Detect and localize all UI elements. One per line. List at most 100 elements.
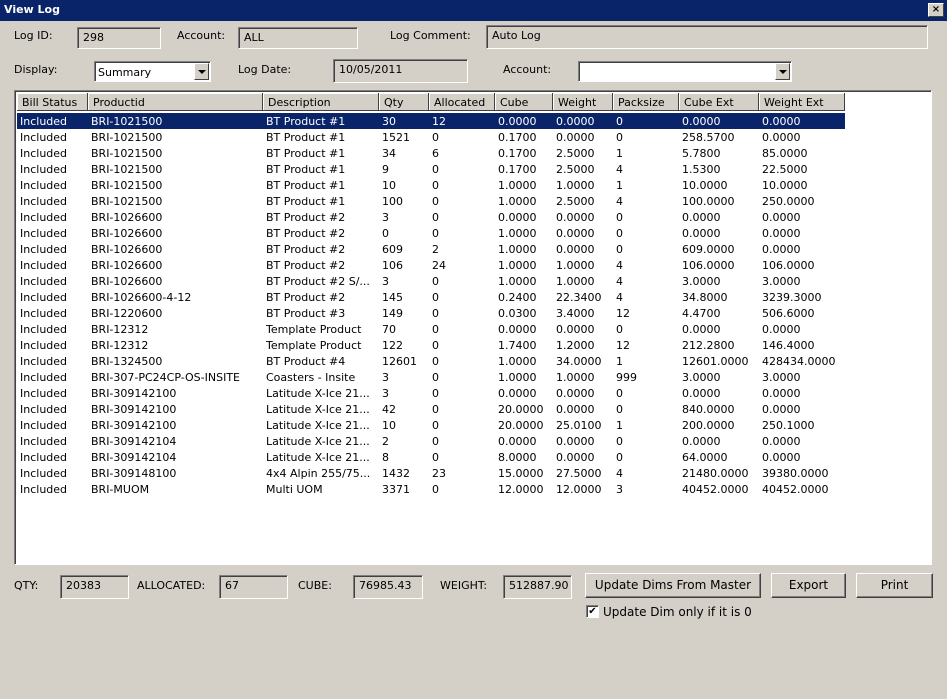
table-row[interactable]: Included BRI-309142100 Latitude X-Ice 21..… <box>17 385 845 401</box>
cell-cube-ext: 609.0000 <box>682 243 735 256</box>
table-row[interactable]: Included BRI-1026600 BT Product #2 609 2 1.00… <box>17 241 845 257</box>
cell-description: BT Product #1 <box>266 163 346 176</box>
cell-weight: 2.5000 <box>556 195 595 208</box>
table-row[interactable]: Included BRI-307-PC24CP-OS-INSITE Coasters… <box>17 369 845 385</box>
column-header-productid[interactable]: Productid <box>88 93 263 111</box>
cell-bill-status: Included <box>20 211 68 224</box>
log-comment-label: Log Comment: <box>390 29 471 42</box>
column-header-cube[interactable]: Cube <box>495 93 553 111</box>
cell-qty: 34 <box>382 147 396 160</box>
table-row[interactable]: Included BRI-1021500 BT Product #1 9 0 0.1700… <box>17 161 845 177</box>
cell-allocated: 0 <box>432 339 439 352</box>
cell-cube: 1.0000 <box>498 227 537 240</box>
cell-weight: 1.0000 <box>556 179 595 192</box>
close-button[interactable]: × <box>928 3 944 17</box>
cell-qty: 12601 <box>382 355 417 368</box>
table-row[interactable]: Included BRI-1026600 BT Product #2 3 0 0.0000… <box>17 209 845 225</box>
account-filter-select[interactable] <box>578 61 792 82</box>
table-row[interactable]: Included BRI-12312 Template Product 122 0 1.7… <box>17 337 845 353</box>
cell-cube: 1.0000 <box>498 355 537 368</box>
cell-weight: 12.0000 <box>556 483 602 496</box>
column-header-allocated[interactable]: Allocated <box>429 93 495 111</box>
cell-qty: 149 <box>382 307 403 320</box>
cell-allocated: 0 <box>432 227 439 240</box>
table-row[interactable]: Included BRI-309142104 Latitude X-Ice 21..… <box>17 433 845 449</box>
cell-productid: BRI-1021500 <box>91 131 163 144</box>
cell-cube-ext: 3.0000 <box>682 275 721 288</box>
table-row[interactable]: Included BRI-1021500 BT Product #1 34 6 0.170… <box>17 145 845 161</box>
column-header-bill-status[interactable]: Bill Status <box>17 93 88 111</box>
cell-qty: 2 <box>382 435 389 448</box>
table-row[interactable]: Included BRI-309148100 4x4 Alpin 255/75...… <box>17 465 845 481</box>
log-id-label: Log ID: <box>14 29 53 42</box>
cell-weight-ext: 0.0000 <box>762 451 801 464</box>
cell-description: Latitude X-Ice 21... <box>266 435 370 448</box>
update-dim-checkbox-label[interactable]: Update Dim only if it is 0 <box>603 605 752 619</box>
table-row[interactable]: Included BRI-1026600 BT Product #2 S/... 3 0… <box>17 273 845 289</box>
cell-cube-ext: 64.0000 <box>682 451 728 464</box>
cell-productid: BRI-309148100 <box>91 467 177 480</box>
cell-packsize: 1 <box>616 147 623 160</box>
account-filter-label: Account: <box>503 63 552 76</box>
cell-bill-status: Included <box>20 131 68 144</box>
table-row[interactable]: Included BRI-309142100 Latitude X-Ice 21..… <box>17 401 845 417</box>
account-filter-dropdown-button[interactable] <box>775 63 790 80</box>
table-row[interactable]: Included BRI-1220600 BT Product #3 149 0 0.03… <box>17 305 845 321</box>
cell-productid: BRI-1021500 <box>91 163 163 176</box>
column-header-packsize[interactable]: Packsize <box>613 93 679 111</box>
table-row[interactable]: Included BRI-1026600 BT Product #2 106 24 1.0… <box>17 257 845 273</box>
table-row[interactable]: Included BRI-1026600 BT Product #2 0 0 1.0000… <box>17 225 845 241</box>
cell-weight: 3.4000 <box>556 307 595 320</box>
cell-cube: 0.1700 <box>498 147 537 160</box>
table-row[interactable]: Included BRI-1324500 BT Product #4 12601 0 1.… <box>17 353 845 369</box>
log-grid[interactable]: Bill Status Productid Description Qty Alloca… <box>14 90 932 565</box>
cell-weight: 0.0000 <box>556 387 595 400</box>
cell-productid: BRI-12312 <box>91 339 149 352</box>
cell-cube-ext: 840.0000 <box>682 403 735 416</box>
column-header-weight-ext[interactable]: Weight Ext <box>759 93 845 111</box>
table-row[interactable]: Included BRI-1021500 BT Product #1 1521 0 0.1… <box>17 129 845 145</box>
cell-allocated: 0 <box>432 435 439 448</box>
cell-weight: 0.0000 <box>556 451 595 464</box>
column-header-weight[interactable]: Weight <box>553 93 613 111</box>
table-row[interactable]: Included BRI-309142100 Latitude X-Ice 21..… <box>17 417 845 433</box>
cell-cube: 1.0000 <box>498 179 537 192</box>
cell-description: BT Product #2 <box>266 243 346 256</box>
table-row[interactable]: Included BRI-1021500 BT Product #1 10 0 1.000… <box>17 177 845 193</box>
cell-qty: 9 <box>382 163 389 176</box>
column-header-description[interactable]: Description <box>263 93 379 111</box>
table-row[interactable]: Included BRI-1021500 BT Product #1 30 12 0.00… <box>17 113 845 129</box>
cell-description: BT Product #3 <box>266 307 346 320</box>
update-dims-from-master-button[interactable]: Update Dims From Master <box>585 573 761 598</box>
table-row[interactable]: Included BRI-1026600-4-12 BT Product #2 145… <box>17 289 845 305</box>
table-row[interactable]: Included BRI-1021500 BT Product #1 100 0 1.00… <box>17 193 845 209</box>
update-dim-checkbox[interactable]: ✔ <box>586 605 599 618</box>
cell-cube: 0.1700 <box>498 131 537 144</box>
cell-cube: 1.7400 <box>498 339 537 352</box>
print-button[interactable]: Print <box>856 573 933 598</box>
cell-description: Multi UOM <box>266 483 323 496</box>
allocated-total-field: 67 <box>219 575 288 599</box>
table-row[interactable]: Included BRI-12312 Template Product 70 0 0.00… <box>17 321 845 337</box>
cell-bill-status: Included <box>20 419 68 432</box>
cell-cube: 1.0000 <box>498 371 537 384</box>
cell-weight: 0.0000 <box>556 115 595 128</box>
cell-weight-ext: 10.0000 <box>762 179 808 192</box>
column-header-cube-ext[interactable]: Cube Ext <box>679 93 759 111</box>
log-comment-field: Auto Log <box>486 25 928 49</box>
cell-cube: 1.0000 <box>498 259 537 272</box>
qty-total-field: 20383 <box>60 575 129 599</box>
export-button[interactable]: Export <box>771 573 846 598</box>
chevron-down-icon <box>779 70 787 74</box>
cell-weight-ext: 22.5000 <box>762 163 808 176</box>
cell-allocated: 6 <box>432 147 439 160</box>
cell-qty: 3 <box>382 371 389 384</box>
cell-cube: 0.0000 <box>498 211 537 224</box>
cell-qty: 8 <box>382 451 389 464</box>
table-row[interactable]: Included BRI-309142104 Latitude X-Ice 21..… <box>17 449 845 465</box>
cell-bill-status: Included <box>20 387 68 400</box>
display-dropdown-button[interactable] <box>194 63 209 80</box>
column-header-qty[interactable]: Qty <box>379 93 429 111</box>
display-select[interactable]: Summary <box>94 61 211 82</box>
table-row[interactable]: Included BRI-MUOM Multi UOM 3371 0 12.0000 12.… <box>17 481 845 497</box>
